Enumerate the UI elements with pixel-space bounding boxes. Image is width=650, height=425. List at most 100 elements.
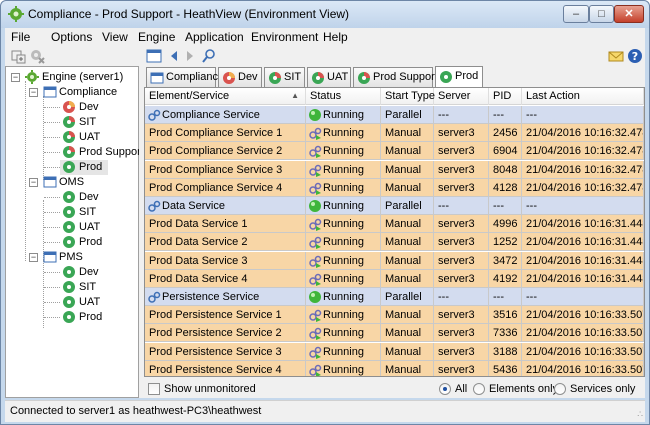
tree-item-compliance-uat[interactable]: UAT — [6, 130, 136, 145]
tree-root[interactable]: − Engine (server1) — [6, 70, 136, 85]
column-header-last-action[interactable]: Last Action — [522, 88, 644, 105]
menu-application[interactable]: Application — [185, 30, 244, 44]
tree-item-pms-uat[interactable]: UAT — [6, 295, 136, 310]
cell-text: Manual — [385, 181, 422, 194]
maximize-button[interactable]: □ — [589, 5, 614, 23]
cell-text: Running — [323, 272, 364, 285]
service-running-icon — [309, 237, 322, 250]
tab-prod[interactable]: Prod — [435, 66, 483, 87]
cell-last: 21/04/2016 10:16:33.507 — [522, 360, 644, 376]
tree-item-oms-dev[interactable]: Dev — [6, 190, 136, 205]
tab-compliance[interactable]: Compliance — [146, 67, 224, 87]
service-row[interactable]: Prod Persistence Service 2 Running Manual s… — [145, 324, 644, 343]
tree-group-oms[interactable]: − OMS — [6, 175, 136, 190]
minimize-button[interactable]: – — [563, 5, 589, 23]
service-running-icon — [309, 273, 322, 286]
menu-view[interactable]: View — [102, 30, 128, 44]
left-pane: − Engine (server1) − Compliance Dev SIT … — [5, 46, 144, 398]
cell-status: Running — [306, 269, 381, 288]
tab-uat[interactable]: UAT — [307, 67, 351, 87]
window-title: Compliance - Prod Support - HeathView (E… — [28, 7, 350, 21]
service-row[interactable]: Prod Data Service 3 Running Manual server3 3… — [145, 251, 644, 270]
tab-prod-support[interactable]: Prod Support — [353, 67, 438, 87]
tree-item-pms-dev[interactable]: Dev — [6, 265, 136, 280]
column-header-server[interactable]: Server — [434, 88, 489, 105]
element-row[interactable]: Compliance Service Running Parallel --- --- -… — [145, 106, 644, 124]
show-unmonitored-checkbox[interactable] — [148, 383, 160, 395]
collapse-toggle[interactable]: − — [29, 88, 38, 97]
collapse-toggle[interactable]: − — [29, 178, 38, 187]
cell-pid: --- — [489, 197, 522, 215]
collapse-toggle[interactable]: − — [29, 253, 38, 262]
column-header-status[interactable]: Status — [306, 88, 381, 105]
service-row[interactable]: Prod Persistence Service 3 Running Manual s… — [145, 342, 644, 361]
radio-services-only[interactable] — [554, 383, 566, 395]
tab-dev[interactable]: Dev — [218, 67, 262, 87]
mail-icon[interactable] — [608, 48, 624, 64]
forward-arrow-icon[interactable] — [182, 48, 198, 64]
menu-engine[interactable]: Engine — [138, 30, 175, 44]
search-icon[interactable] — [201, 48, 217, 64]
column-header-start-type[interactable]: Start Type — [381, 88, 435, 105]
service-row[interactable]: Prod Data Service 4 Running Manual server3 4… — [145, 269, 644, 288]
collapse-toggle[interactable]: − — [11, 73, 20, 82]
title-bar[interactable]: Compliance - Prod Support - HeathView (E… — [1, 1, 649, 28]
help-icon[interactable]: ? — [627, 48, 643, 64]
column-header-pid[interactable]: PID — [489, 88, 522, 105]
menu-options[interactable]: Options — [51, 30, 92, 44]
tree-item-pms-prod[interactable]: Prod — [6, 310, 136, 325]
services-grid[interactable]: Element/Service ▲ Status Start Type Serv… — [144, 87, 645, 377]
element-service-icon — [148, 109, 161, 121]
radio-elements-only[interactable] — [473, 383, 485, 395]
application-window-icon — [43, 86, 57, 98]
menu-file[interactable]: File — [11, 30, 30, 44]
tree-group-pms[interactable]: − PMS — [6, 250, 136, 265]
service-row[interactable]: Prod Data Service 2 Running Manual server3 1… — [145, 233, 644, 252]
service-row[interactable]: Prod Persistence Service 4 Running Manual s… — [145, 360, 644, 376]
tree-item-compliance-dev[interactable]: Dev — [6, 100, 136, 115]
resize-grip-icon[interactable]: ∴ — [637, 409, 643, 420]
cell-text: 21/04/2016 10:16:32.478 — [526, 145, 644, 158]
tree-item-compliance-sit[interactable]: SIT — [6, 115, 136, 130]
service-row[interactable]: Prod Compliance Service 4 Running Manual se… — [145, 178, 644, 197]
view-layout-icon[interactable] — [146, 48, 162, 64]
tree-group-compliance[interactable]: − Compliance — [6, 85, 136, 100]
cell-pid: 3188 — [489, 342, 522, 361]
tree-item-pms-sit[interactable]: SIT — [6, 280, 136, 295]
element-row[interactable]: Persistence Service Running Parallel --- ---… — [145, 288, 644, 306]
menu-help[interactable]: Help — [323, 30, 348, 44]
tree-item-oms-sit[interactable]: SIT — [6, 205, 136, 220]
tree-item-compliance-prod-support[interactable]: Prod Support — [6, 145, 144, 160]
environment-tree[interactable]: − Engine (server1) − Compliance Dev SIT … — [5, 66, 144, 398]
service-row[interactable]: Prod Persistence Service 1 Running Manual s… — [145, 306, 644, 325]
cell-pid: 3516 — [489, 306, 522, 325]
cell-text: Compliance Service — [162, 109, 260, 121]
remove-engine-icon[interactable] — [29, 48, 45, 64]
cell-server: server3 — [434, 269, 489, 288]
tree-item-label: Prod — [79, 311, 103, 323]
cell-server: server3 — [434, 342, 489, 361]
back-arrow-icon[interactable] — [166, 48, 182, 64]
close-button[interactable]: ✕ — [614, 5, 644, 23]
service-running-icon — [309, 364, 322, 376]
service-row[interactable]: Prod Compliance Service 1 Running Manual se… — [145, 124, 644, 143]
column-header-element[interactable]: Element/Service ▲ — [145, 88, 306, 105]
radio-all[interactable] — [439, 383, 451, 395]
element-row[interactable]: Data Service Running Parallel --- --- --- — [145, 197, 644, 215]
cell-text: Running — [323, 291, 364, 303]
tab-sit[interactable]: SIT — [264, 67, 305, 87]
cell-text: 7336 — [493, 327, 518, 340]
tree-item-oms-prod[interactable]: Prod — [6, 235, 136, 250]
cell-server: --- — [434, 197, 489, 215]
service-row[interactable]: Prod Data Service 1 Running Manual server3 4… — [145, 215, 644, 234]
menu-environment[interactable]: Environment — [251, 30, 318, 44]
tree-item-oms-uat[interactable]: UAT — [6, 220, 136, 235]
add-engine-icon[interactable] — [11, 48, 27, 64]
cell-text: Manual — [385, 345, 422, 358]
environment-icon — [63, 206, 75, 218]
service-running-icon — [309, 328, 322, 341]
cell-pid: 4192 — [489, 269, 522, 288]
service-row[interactable]: Prod Compliance Service 3 Running Manual se… — [145, 160, 644, 179]
service-row[interactable]: Prod Compliance Service 2 Running Manual se… — [145, 142, 644, 161]
tree-item-compliance-prod[interactable]: Prod — [60, 160, 108, 175]
